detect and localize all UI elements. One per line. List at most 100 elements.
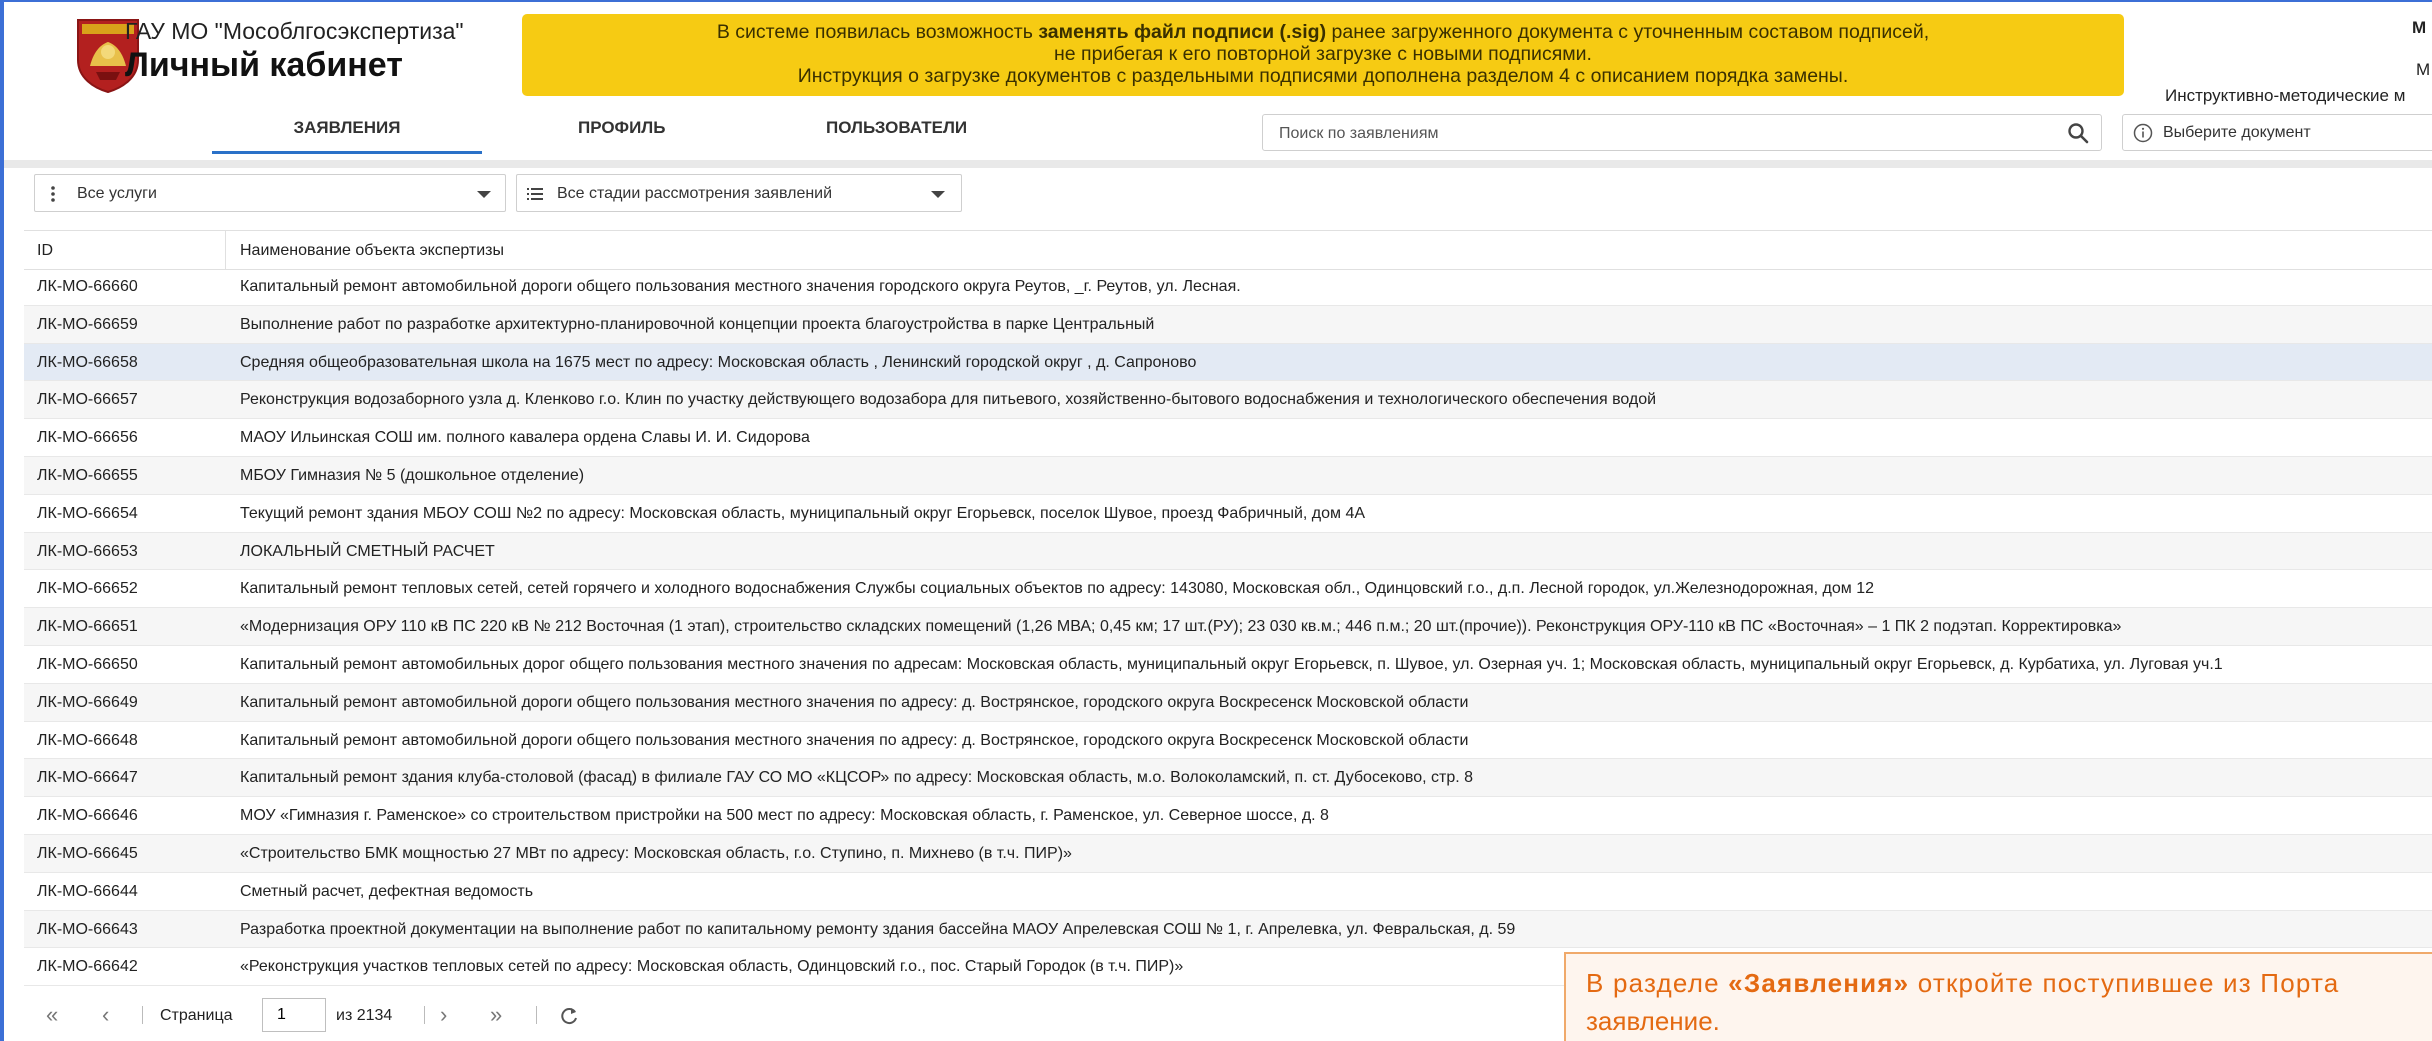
info-icon [2133, 123, 2153, 143]
row-object-name: Капитальный ремонт тепловых сетей, сетей… [240, 580, 1874, 598]
row-object-name: Разработка проектной документации на вып… [240, 920, 1516, 938]
pager-separator [142, 1006, 143, 1024]
stages-filter-dropdown[interactable]: Все стадии рассмотрения заявлений [516, 174, 962, 212]
row-object-name: Капитальный ремонт автомобильной дороги … [240, 731, 1469, 749]
table-row[interactable]: ЛК-МО-66652 Капитальный ремонт тепловых с… [24, 570, 2432, 609]
table-row[interactable]: ЛК-МО-66646 МОУ «Гимназия г. Раменское» с… [24, 797, 2432, 835]
services-filter-dropdown[interactable]: Все услуги [34, 174, 506, 212]
row-object-name: «Реконструкция участков тепловых сетей п… [240, 958, 1184, 976]
prev-page-icon[interactable]: ‹ [102, 1002, 109, 1028]
next-page-icon[interactable]: › [440, 1002, 447, 1028]
row-object-name: ЛОКАЛЬНЫЙ СМЕТНЫЙ РАСЧЕТ [240, 542, 495, 560]
row-object-name: Капитальный ремонт здания клуба-столовой… [240, 769, 1474, 787]
section-divider [4, 160, 2432, 168]
row-id: ЛК-МО-66648 [37, 731, 138, 749]
table-row[interactable]: ЛК-МО-66660 Капитальный ремонт автомобиль… [24, 268, 2432, 306]
table-row[interactable]: ЛК-МО-66657 Реконструкция водозаборного у… [24, 381, 2432, 420]
row-id: ЛК-МО-66651 [37, 618, 138, 636]
table-row[interactable]: ЛК-МО-66655 МБОУ Гимназия № 5 (дошкольное… [24, 456, 2432, 495]
callout-text-bold: «Заявления» [1728, 968, 1910, 998]
notice-banner: В системе появилась возможность заменять… [522, 14, 2124, 96]
window-frame-top [0, 0, 2432, 2]
refresh-icon[interactable] [558, 1005, 580, 1027]
instruction-callout: В разделе «Заявления» откройте поступивш… [1564, 952, 2432, 1041]
row-id: ЛК-МО-66649 [37, 693, 138, 711]
applications-table-body: ЛК-МО-66660 Капитальный ремонт автомобиль… [24, 268, 2432, 987]
page-label: Страница [160, 1007, 233, 1024]
search-box [1262, 114, 2102, 151]
row-object-name: Капитальный ремонт автомобильных дорог о… [240, 655, 2223, 673]
search-input[interactable] [1277, 121, 2041, 147]
pager-separator [424, 1006, 425, 1024]
row-id: ЛК-МО-66660 [37, 278, 138, 295]
row-id: ЛК-МО-66659 [37, 315, 138, 333]
row-id: ЛК-МО-66652 [37, 580, 138, 598]
table-row[interactable]: ЛК-МО-66650 Капитальный ремонт автомобиль… [24, 646, 2432, 684]
services-filter-label: Все услуги [77, 185, 157, 202]
table-row[interactable]: ЛК-МО-66659 Выполнение работ по разработк… [24, 305, 2432, 344]
row-id: ЛК-МО-66643 [37, 920, 138, 938]
tab-profile[interactable]: ПРОФИЛЬ [578, 118, 665, 138]
table-row[interactable]: ЛК-МО-66653 ЛОКАЛЬНЫЙ СМЕТНЫЙ РАСЧЕТ [24, 532, 2432, 571]
notice-line-1-bold: заменять файл подписи (.sig) [1038, 21, 1327, 43]
notice-line-3: Инструкция о загрузке документов с разде… [797, 65, 1849, 87]
row-id: ЛК-МО-66642 [37, 958, 138, 976]
table-row[interactable]: ЛК-МО-66648 Капитальный ремонт автомобиль… [24, 722, 2432, 760]
table-row[interactable]: ЛК-МО-66649 Капитальный ремонт автомобиль… [24, 683, 2432, 722]
tab-users[interactable]: ПОЛЬЗОВАТЕЛИ [826, 118, 967, 138]
last-page-icon[interactable]: » [490, 1002, 502, 1028]
column-separator[interactable] [225, 231, 226, 269]
document-select[interactable]: Выберите документ [2122, 114, 2432, 151]
user-org-cut: М [2416, 60, 2431, 79]
total-pages-label: из 2134 [336, 1007, 393, 1024]
table-row[interactable]: ЛК-МО-66651 «Модернизация ОРУ 110 кВ ПС 2… [24, 608, 2432, 646]
row-id: ЛК-МО-66658 [37, 353, 138, 371]
table-row[interactable]: ЛК-МО-66658 Средняя общеобразовательная ш… [24, 343, 2432, 382]
row-object-name: МОУ «Гимназия г. Раменское» со строитель… [240, 807, 1329, 825]
active-tab-indicator [212, 151, 482, 154]
window-frame-left [0, 0, 4, 1041]
row-object-name: Средняя общеобразовательная школа на 167… [240, 353, 1197, 371]
table-row[interactable]: ЛК-МО-66656 МАОУ Ильинская СОШ им. полног… [24, 419, 2432, 457]
table-row[interactable]: ЛК-МО-66654 Текущий ремонт здания МБОУ СО… [24, 495, 2432, 533]
table-header: ID Наименование объекта экспертизы [24, 230, 2432, 270]
search-icon[interactable] [2067, 122, 2089, 144]
row-id: ЛК-МО-66653 [37, 542, 138, 560]
row-id: ЛК-МО-66644 [37, 882, 138, 900]
row-id: ЛК-МО-66657 [37, 391, 138, 409]
tab-applications[interactable]: ЗАЯВЛЕНИЯ [212, 118, 482, 138]
vertical-dots-icon [51, 186, 55, 202]
page-number-input[interactable] [262, 998, 326, 1032]
table-row[interactable]: ЛК-МО-66647 Капитальный ремонт здания клу… [24, 759, 2432, 798]
row-object-name: Сметный расчет, дефектная ведомость [240, 882, 534, 900]
user-name-cut[interactable]: М [2412, 18, 2426, 38]
row-object-name: Капитальный ремонт автомобильной дороги … [240, 693, 1469, 711]
page-title: Личный кабинет [125, 46, 403, 84]
row-object-name: «Модернизация ОРУ 110 кВ ПС 220 кВ № 212… [240, 618, 2122, 636]
list-icon [527, 188, 543, 200]
row-object-name: Выполнение работ по разработке архитекту… [240, 315, 1155, 333]
column-header-id[interactable]: ID [37, 242, 53, 260]
row-id: ЛК-МО-66647 [37, 769, 138, 787]
notice-line-1: В системе появилась возможность заменять… [522, 21, 2124, 43]
chevron-down-icon [477, 191, 491, 198]
org-name: ГАУ МО "Мособлгосэкспертиза" [125, 18, 464, 44]
instructions-link[interactable]: Инструктивно-методические м [2165, 86, 2405, 106]
row-id: ЛК-МО-66645 [37, 844, 138, 862]
table-row[interactable]: ЛК-МО-66645 «Строительство БМК мощностью … [24, 834, 2432, 873]
document-select-label: Выберите документ [2163, 124, 2311, 141]
notice-line-2: не прибегая к его повторной загрузке с н… [1054, 43, 1592, 65]
row-id: ЛК-МО-66654 [37, 504, 138, 522]
callout-line-1: В разделе «Заявления» откройте поступивш… [1586, 964, 2432, 1002]
pager-separator [536, 1006, 537, 1024]
first-page-icon[interactable]: « [46, 1002, 58, 1028]
table-row[interactable]: ЛК-МО-66644 Сметный расчет, дефектная вед… [24, 873, 2432, 911]
chevron-down-icon [931, 191, 945, 198]
stages-filter-label: Все стадии рассмотрения заявлений [557, 185, 833, 202]
table-row[interactable]: ЛК-МО-66643 Разработка проектной документ… [24, 910, 2432, 949]
callout-line-2: заявление. [1586, 1006, 1720, 1036]
row-object-name: Текущий ремонт здания МБОУ СОШ №2 по адр… [240, 504, 1366, 522]
row-object-name: МБОУ Гимназия № 5 (дошкольное отделение) [240, 466, 585, 484]
row-object-name: МАОУ Ильинская СОШ им. полного кавалера … [240, 429, 810, 447]
column-header-name[interactable]: Наименование объекта экспертизы [240, 242, 504, 260]
